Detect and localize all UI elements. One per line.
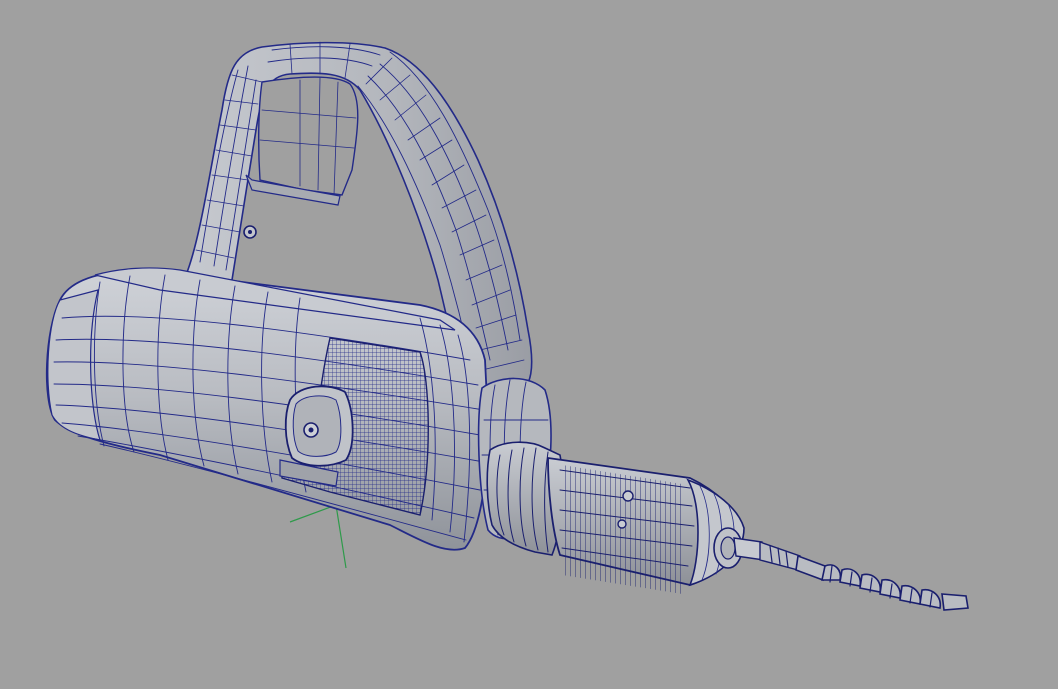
chuck-key-hole-icon: [622, 490, 634, 502]
axis-manipulator[interactable]: [289, 504, 347, 569]
drill-body[interactable]: [45, 267, 489, 551]
trigger-switch-button[interactable]: [284, 385, 354, 467]
chuck-key-hole-icon: [617, 519, 627, 529]
drill-bit[interactable]: [733, 537, 969, 611]
3d-viewport[interactable]: [0, 0, 1058, 689]
viewport-scene[interactable]: [0, 0, 1058, 689]
drill-chuck[interactable]: [547, 456, 745, 595]
